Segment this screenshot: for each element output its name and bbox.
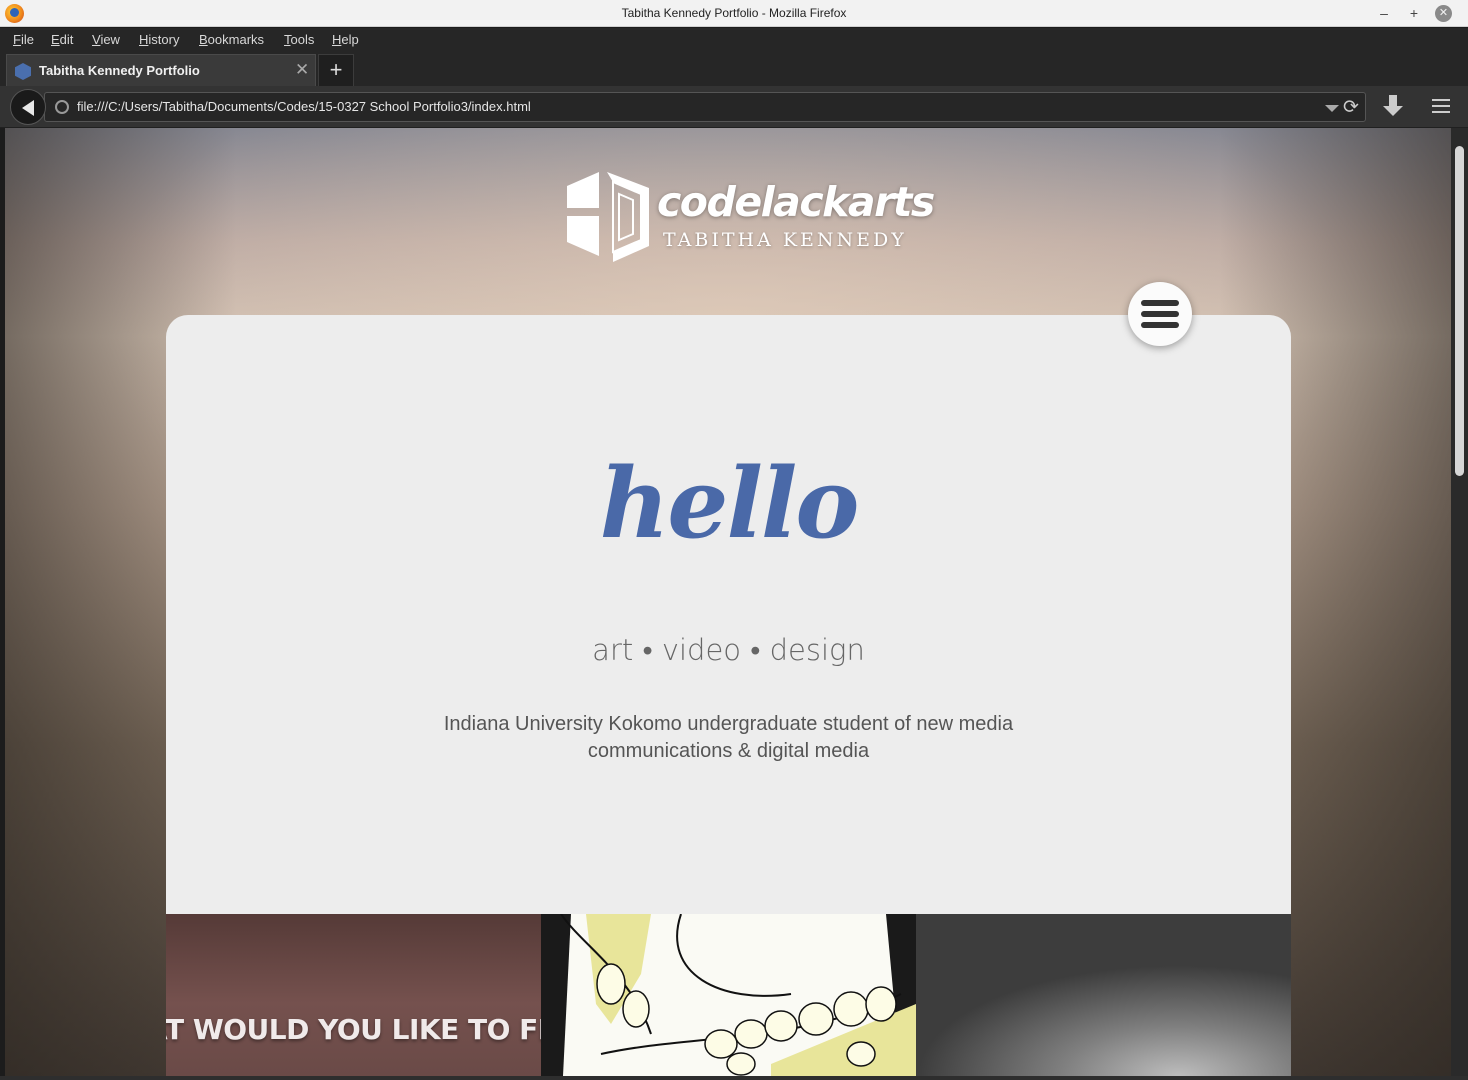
illustration-image xyxy=(541,914,916,1076)
hamburger-icon xyxy=(1141,300,1179,306)
close-window-button[interactable]: ✕ xyxy=(1435,5,1452,22)
info-icon[interactable] xyxy=(55,100,69,114)
window-bottom-border xyxy=(0,1076,1468,1080)
tab-title: Tabitha Kennedy Portfolio xyxy=(39,63,200,78)
menu-view[interactable]: View xyxy=(92,32,120,47)
window-titlebar: Tabitha Kennedy Portfolio - Mozilla Fire… xyxy=(0,0,1468,27)
menu-file[interactable]: File xyxy=(13,32,34,47)
intro-card: hello art • video • design Indiana Unive… xyxy=(166,282,1291,915)
description: Indiana University Kokomo undergraduate … xyxy=(443,713,1014,762)
new-tab-button[interactable]: + xyxy=(318,54,354,86)
thumbnail-3[interactable] xyxy=(916,914,1291,1076)
menu-help[interactable]: Help xyxy=(332,32,359,47)
page-scrollbar[interactable] xyxy=(1451,128,1468,1076)
tagline: art • video • design xyxy=(592,633,865,667)
logo-mark-icon xyxy=(567,172,649,262)
url-bar[interactable]: file:///C:/Users/Tabitha/Documents/Codes… xyxy=(44,92,1366,122)
menu-edit[interactable]: Edit xyxy=(51,32,73,47)
tab-close-button[interactable]: ✕ xyxy=(295,60,309,80)
hamburger-icon xyxy=(1141,322,1179,328)
logo-subtitle: TABITHA KENNEDY xyxy=(663,229,907,251)
tab-portfolio[interactable]: Tabitha Kennedy Portfolio ✕ xyxy=(6,54,316,86)
tab-bar: Tabitha Kennedy Portfolio ✕ + xyxy=(0,52,1468,86)
menu-bookmarks[interactable]: Bookmarks xyxy=(199,32,264,47)
thumbnail-1-text: AT WOULD YOU LIKE TO FI xyxy=(166,1013,541,1046)
menu-bar: File Edit View History Bookmarks Tools H… xyxy=(0,28,1468,52)
portfolio-thumbnails: AT WOULD YOU LIKE TO FI xyxy=(166,914,1291,1076)
hamburger-icon xyxy=(1141,311,1179,317)
menu-history[interactable]: History xyxy=(139,32,179,47)
minimize-button[interactable]: – xyxy=(1374,3,1394,23)
url-text[interactable]: file:///C:/Users/Tabitha/Documents/Codes… xyxy=(77,99,531,114)
navigation-toolbar: file:///C:/Users/Tabitha/Documents/Codes… xyxy=(0,86,1468,128)
chevron-down-icon[interactable] xyxy=(1325,105,1339,112)
back-button[interactable] xyxy=(10,89,46,125)
menu-tools[interactable]: Tools xyxy=(284,32,314,47)
hexagon-icon xyxy=(15,63,31,80)
maximize-button[interactable]: + xyxy=(1404,3,1424,23)
page-menu-button[interactable] xyxy=(1128,282,1192,346)
hamburger-icon[interactable] xyxy=(1432,99,1450,113)
thumbnail-2[interactable] xyxy=(541,914,916,1076)
page-viewport: codelackarts TABITHA KENNEDY hello art •… xyxy=(5,128,1451,1076)
site-logo[interactable]: codelackarts TABITHA KENNEDY xyxy=(561,168,935,268)
hello-heading: hello xyxy=(599,447,860,560)
download-icon[interactable] xyxy=(1382,95,1404,119)
logo-name: codelackarts xyxy=(657,178,935,226)
window-title: Tabitha Kennedy Portfolio - Mozilla Fire… xyxy=(621,6,847,20)
scrollbar-thumb[interactable] xyxy=(1455,146,1464,476)
reload-icon[interactable]: ⟳ xyxy=(1343,96,1359,119)
thumbnail-1[interactable]: AT WOULD YOU LIKE TO FI xyxy=(166,914,541,1076)
